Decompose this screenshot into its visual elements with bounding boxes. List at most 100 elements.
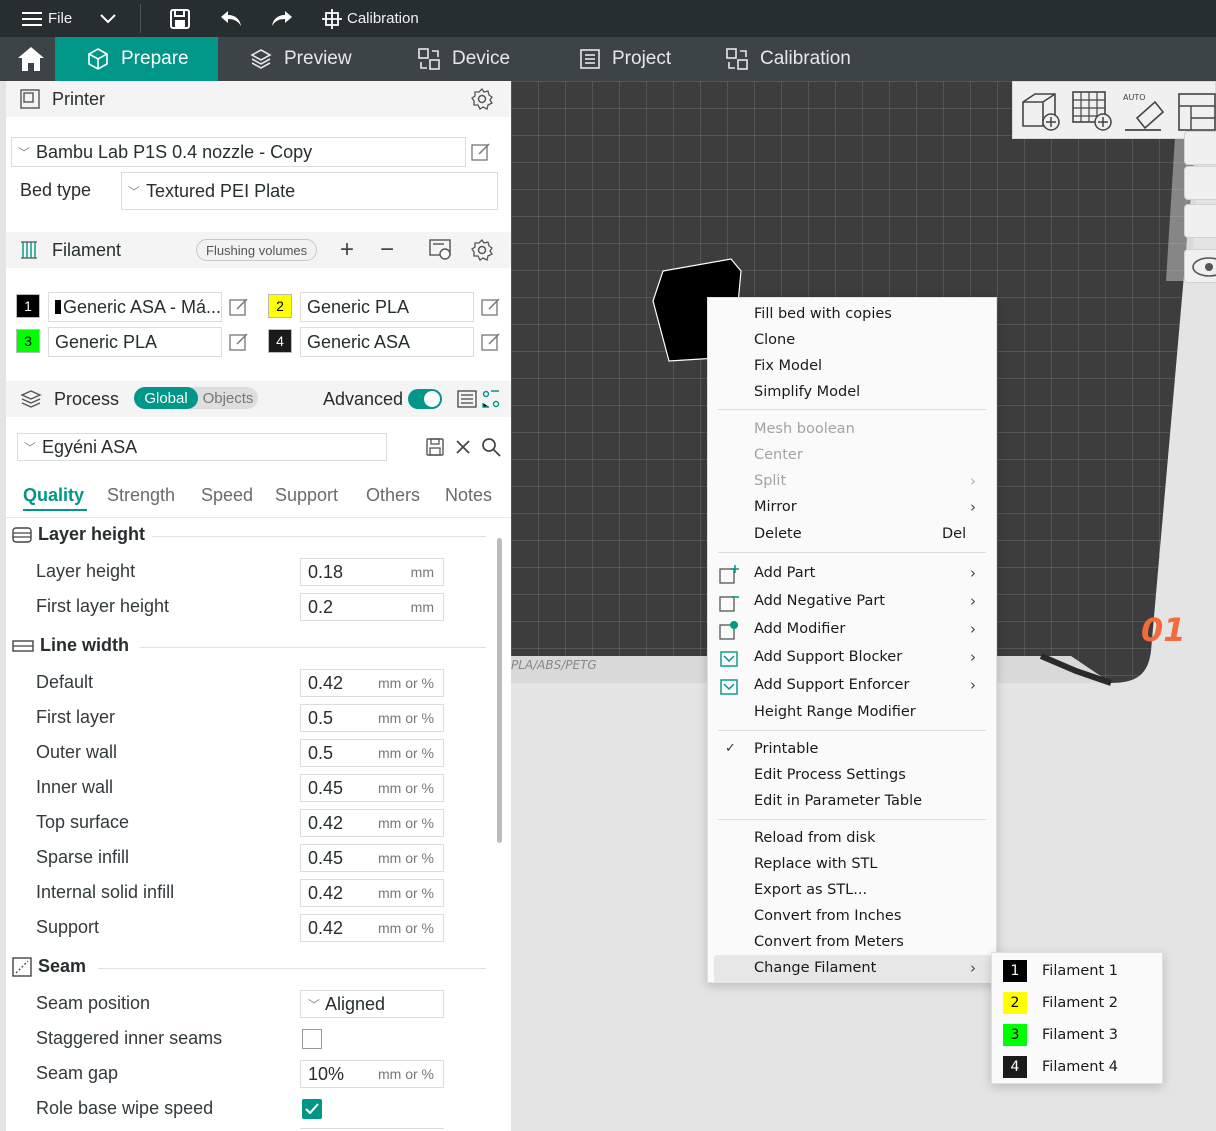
tab-preview[interactable]: Preview xyxy=(250,37,352,81)
menu-add-modifier[interactable]: Add Modifier xyxy=(754,621,845,637)
menu-printable[interactable]: Printable xyxy=(754,741,818,757)
subtab-quality[interactable]: Quality xyxy=(23,485,84,506)
lock-icon[interactable] xyxy=(1184,204,1216,238)
filament-4-select[interactable]: Generic ASA xyxy=(300,327,474,357)
menu-mirror[interactable]: Mirror xyxy=(754,499,797,515)
submenu-filament-1[interactable]: Filament 1 xyxy=(1042,963,1118,979)
save-preset-icon[interactable] xyxy=(426,438,444,456)
seam-gap-input[interactable]: 10% mm or % xyxy=(300,1060,444,1088)
staggered-seams-checkbox[interactable] xyxy=(302,1029,322,1049)
subtab-strength[interactable]: Strength xyxy=(107,485,175,506)
submenu-filament-3[interactable]: Filament 3 xyxy=(1042,1027,1118,1043)
menu-split[interactable]: Split xyxy=(754,473,786,489)
menu-mesh-boolean[interactable]: Mesh boolean xyxy=(754,421,855,437)
undo-button[interactable] xyxy=(220,0,242,37)
menu-convert-from-meters[interactable]: Convert from Meters xyxy=(754,934,904,950)
menu-clone[interactable]: Clone xyxy=(754,332,795,348)
menu-edit-parameter-table[interactable]: Edit in Parameter Table xyxy=(754,793,922,809)
eye-icon[interactable] xyxy=(1184,249,1216,283)
line-width-first-layer-input[interactable]: 0.5 mm or % xyxy=(300,704,444,732)
menu-change-filament[interactable]: Change Filament xyxy=(754,960,876,976)
edit-filament-2-icon[interactable] xyxy=(481,297,501,317)
tab-project[interactable]: Project xyxy=(580,37,671,81)
menu-edit-process-settings[interactable]: Edit Process Settings xyxy=(754,767,906,783)
subtab-notes[interactable]: Notes xyxy=(445,485,492,506)
flushing-volumes-button[interactable]: Flushing volumes xyxy=(196,239,318,261)
submenu-filament-2[interactable]: Filament 2 xyxy=(1042,995,1118,1011)
filament-1-badge[interactable]: 1 xyxy=(16,294,40,318)
line-width-internal-solid-input[interactable]: 0.42 mm or % xyxy=(300,879,444,907)
close-icon[interactable] xyxy=(455,439,471,455)
menu-add-negative-part[interactable]: Add Negative Part xyxy=(754,593,885,609)
filament-1-select[interactable]: Generic ASA - Má... xyxy=(48,292,222,322)
tab-device[interactable]: Device xyxy=(418,37,510,81)
add-plate-icon[interactable] xyxy=(1069,88,1115,134)
line-width-default-input[interactable]: 0.42 mm or % xyxy=(300,669,444,697)
arrange-icon[interactable] xyxy=(1173,88,1216,134)
edit-filament-4-icon[interactable] xyxy=(481,332,501,352)
tab-prepare[interactable]: Prepare xyxy=(55,37,218,81)
file-dropdown-button[interactable] xyxy=(100,0,116,37)
menu-export-as-stl[interactable]: Export as STL... xyxy=(754,882,867,898)
seam-position-select[interactable]: ﹀ Aligned xyxy=(300,990,444,1018)
menu-replace-with-stl[interactable]: Replace with STL xyxy=(754,856,877,872)
edit-filament-1-icon[interactable] xyxy=(229,297,249,317)
menu-convert-from-inches[interactable]: Convert from Inches xyxy=(754,908,901,924)
menu-reload-from-disk[interactable]: Reload from disk xyxy=(754,830,875,846)
bed-type-select[interactable]: ﹀ Textured PEI Plate xyxy=(121,172,498,210)
filament-2-select[interactable]: Generic PLA xyxy=(300,292,474,322)
first-layer-height-input[interactable]: 0.2 mm xyxy=(300,593,444,621)
line-width-support-input[interactable]: 0.42 mm or % xyxy=(300,914,444,942)
menu-height-range-modifier[interactable]: Height Range Modifier xyxy=(754,704,916,720)
gear-icon[interactable] xyxy=(471,88,493,110)
subtab-support[interactable]: Support xyxy=(275,485,338,506)
sync-filament-icon[interactable] xyxy=(429,239,453,261)
objects-option[interactable]: Objects xyxy=(198,390,258,407)
redo-button[interactable] xyxy=(271,0,293,37)
line-width-sparse-infill-input[interactable]: 0.45 mm or % xyxy=(300,844,444,872)
menu-fix-model[interactable]: Fix Model xyxy=(754,358,822,374)
add-filament-icon[interactable]: + xyxy=(340,236,354,264)
remove-filament-icon[interactable]: − xyxy=(380,236,394,264)
settings-scrollbar[interactable] xyxy=(497,538,502,843)
subtab-others[interactable]: Others xyxy=(366,485,420,506)
line-width-inner-wall-input[interactable]: 0.45 mm or % xyxy=(300,774,444,802)
home-button[interactable] xyxy=(6,37,55,81)
edit-printer-icon[interactable] xyxy=(471,142,491,162)
menu-fill-bed[interactable]: Fill bed with copies xyxy=(754,306,892,322)
global-option[interactable]: Global xyxy=(134,387,198,409)
menu-center[interactable]: Center xyxy=(754,447,803,463)
menu-add-part[interactable]: Add Part xyxy=(754,565,815,581)
save-button[interactable] xyxy=(169,0,191,37)
line-width-top-surface-input[interactable]: 0.42 mm or % xyxy=(300,809,444,837)
printer-select[interactable]: ﹀ Bambu Lab P1S 0.4 nozzle - Copy xyxy=(11,137,466,167)
submenu-filament-4[interactable]: Filament 4 xyxy=(1042,1059,1118,1075)
auto-orient-icon[interactable]: AUTO xyxy=(1121,88,1167,134)
menu-simplify-model[interactable]: Simplify Model xyxy=(754,384,860,400)
layout-icon[interactable] xyxy=(1184,166,1216,200)
filament-3-select[interactable]: Generic PLA xyxy=(48,327,222,357)
view-cube-icon[interactable] xyxy=(1184,131,1216,165)
line-width-outer-wall-input[interactable]: 0.5 mm or % xyxy=(300,739,444,767)
list-view-icon[interactable] xyxy=(457,389,477,409)
add-model-icon[interactable] xyxy=(1017,88,1063,134)
subtab-speed[interactable]: Speed xyxy=(201,485,253,506)
filament-2-badge[interactable]: 2 xyxy=(268,294,292,318)
menu-add-support-enforcer[interactable]: Add Support Enforcer xyxy=(754,677,909,693)
menu-button[interactable]: File xyxy=(22,0,72,37)
menu-delete[interactable]: Delete xyxy=(754,526,802,542)
calibration-title-button[interactable]: Calibration xyxy=(322,0,419,37)
compare-icon[interactable] xyxy=(482,390,500,408)
tab-calibration[interactable]: Calibration xyxy=(726,37,851,81)
layer-height-input[interactable]: 0.18 mm xyxy=(300,558,444,586)
filament-settings-icon[interactable] xyxy=(471,239,493,261)
process-preset-select[interactable]: ﹀ Egyéni ASA xyxy=(17,433,387,461)
edit-filament-3-icon[interactable] xyxy=(229,332,249,352)
global-objects-toggle[interactable]: Global Objects xyxy=(134,387,258,409)
menu-add-support-blocker[interactable]: Add Support Blocker xyxy=(754,649,902,665)
advanced-toggle[interactable] xyxy=(408,389,442,409)
filament-4-badge[interactable]: 4 xyxy=(268,329,292,353)
wipe-speed-checkbox[interactable] xyxy=(302,1099,322,1119)
filament-3-badge[interactable]: 3 xyxy=(16,329,40,353)
search-icon[interactable] xyxy=(481,437,501,457)
